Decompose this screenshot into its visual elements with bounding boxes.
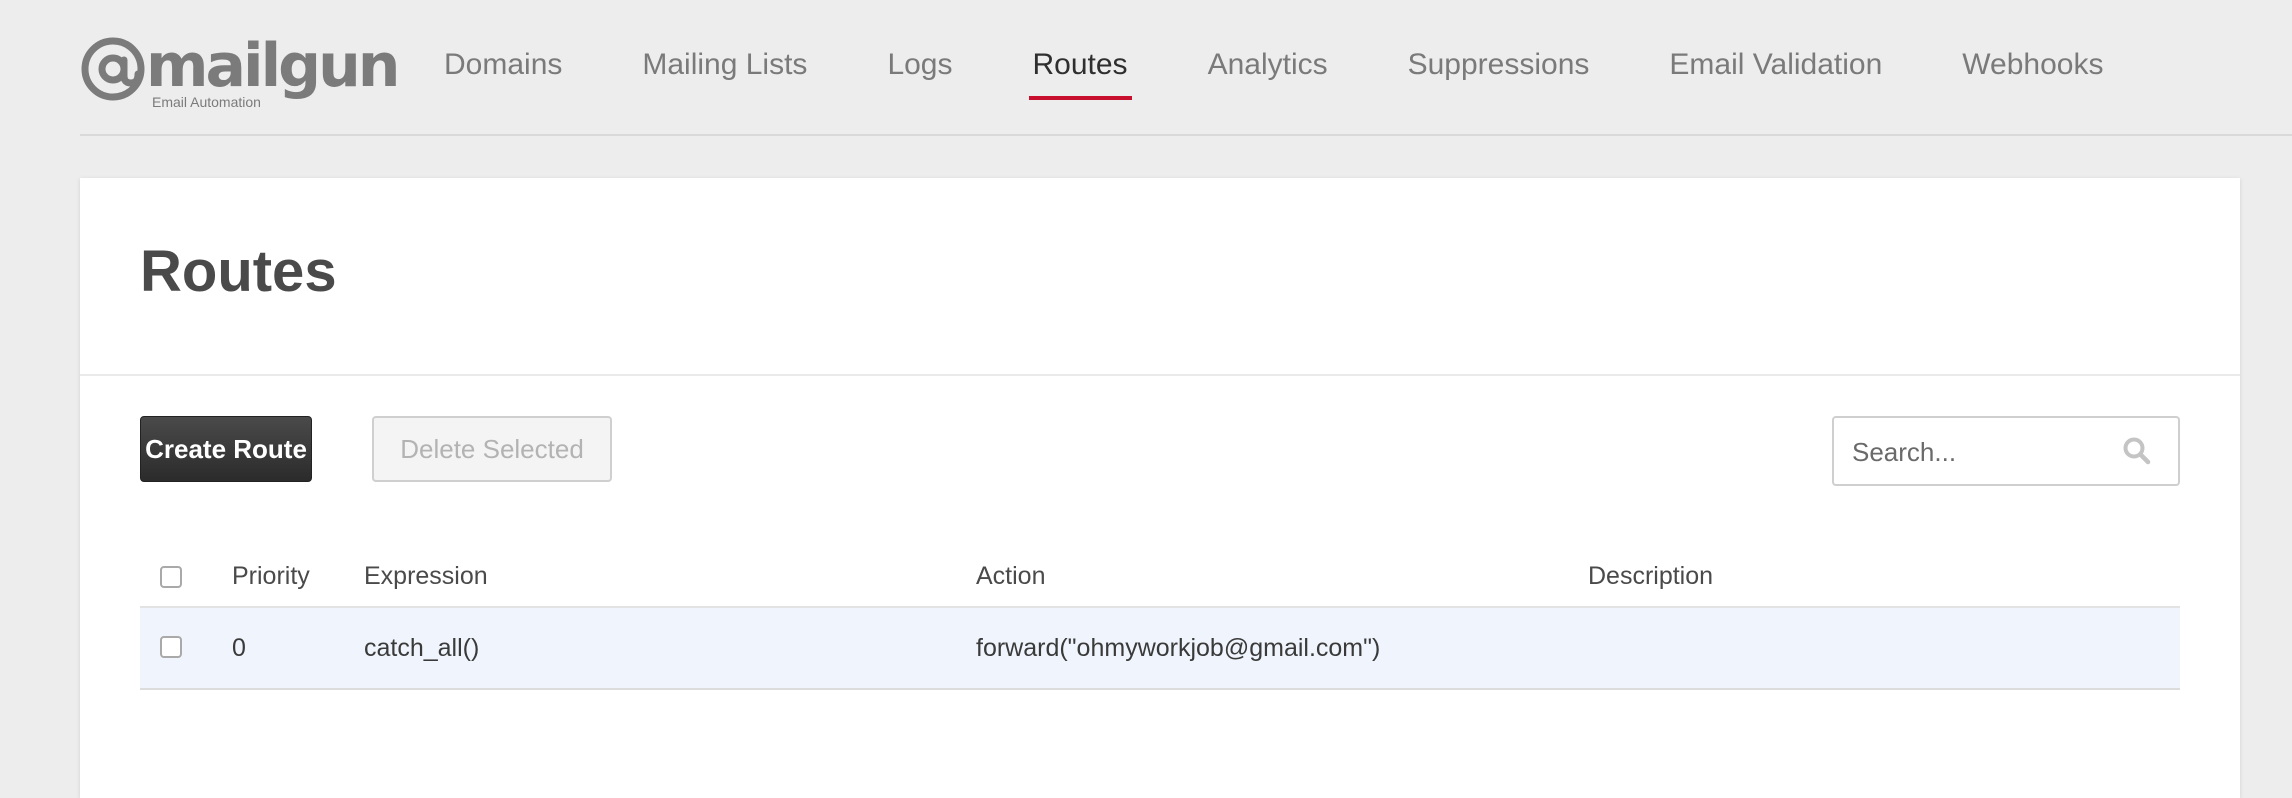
nav-item-suppressions[interactable]: Suppressions [1404, 44, 1594, 96]
delete-selected-button[interactable]: Delete Selected [372, 416, 612, 482]
search-input[interactable] [1850, 418, 2114, 486]
routes-table: Priority Expression Action Description 0… [140, 548, 2180, 690]
route-expression-link[interactable]: catch_all() [364, 634, 479, 663]
column-header-expression[interactable]: Expression [364, 562, 488, 591]
row-checkbox[interactable] [160, 636, 182, 658]
select-all-checkbox[interactable] [160, 566, 182, 588]
table-header-row: Priority Expression Action Description [140, 548, 2180, 608]
card-header: Routes [80, 178, 2240, 376]
routes-card: Routes Create Route Delete Selected Prio… [80, 178, 2240, 798]
search-box[interactable] [1832, 416, 2180, 486]
nav-item-email-validation[interactable]: Email Validation [1665, 44, 1886, 96]
at-sign-icon [81, 37, 145, 101]
table-row[interactable]: 0 catch_all() forward("ohmyworkjob@gmail… [140, 608, 2180, 690]
column-header-description[interactable]: Description [1588, 562, 1713, 591]
nav-item-routes[interactable]: Routes [1028, 44, 1132, 100]
column-header-action[interactable]: Action [976, 562, 1045, 591]
search-icon[interactable] [2122, 436, 2152, 466]
route-action: forward("ohmyworkjob@gmail.com") [976, 634, 1381, 662]
nav-item-webhooks[interactable]: Webhooks [1958, 44, 2107, 96]
create-route-button[interactable]: Create Route [140, 416, 312, 482]
column-header-priority[interactable]: Priority [232, 562, 310, 591]
nav-item-domains[interactable]: Domains [440, 44, 566, 96]
page-title: Routes [140, 239, 337, 304]
main-nav: Domains Mailing Lists Logs Routes Analyt… [440, 44, 2179, 104]
nav-item-analytics[interactable]: Analytics [1204, 44, 1332, 96]
nav-item-mailing-lists[interactable]: Mailing Lists [638, 44, 811, 96]
top-header: mailgun Email Automation Domains Mailing… [80, 0, 2292, 136]
nav-item-logs[interactable]: Logs [883, 44, 956, 96]
route-priority: 0 [232, 634, 246, 662]
mailgun-logo[interactable]: mailgun Email Automation [80, 31, 401, 114]
logo-tagline: Email Automation [152, 94, 261, 110]
logo-wordmark: mailgun [146, 31, 401, 101]
